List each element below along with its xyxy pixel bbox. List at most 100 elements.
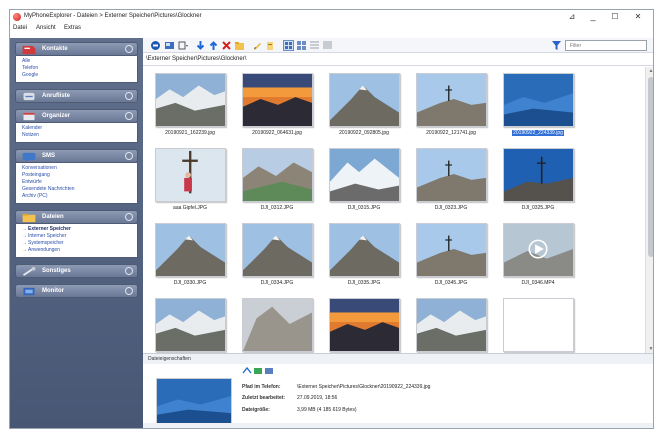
panel-monitor: Monitor bbox=[15, 284, 138, 298]
file-tile[interactable] bbox=[234, 298, 320, 353]
file-tile[interactable]: DJI_0312.JPG bbox=[234, 148, 320, 220]
filter-field[interactable] bbox=[565, 40, 647, 51]
collapse-toggle-icon[interactable] bbox=[125, 213, 133, 221]
collapse-toggle-icon[interactable] bbox=[125, 112, 133, 120]
menu-ansicht[interactable]: Ansicht bbox=[36, 25, 56, 31]
panel-title: Dateien bbox=[42, 214, 64, 220]
go-up-icon[interactable] bbox=[150, 40, 161, 51]
collapse-toggle-icon[interactable] bbox=[125, 267, 133, 275]
current-path: \Externer Speicher\Pictures\Glockner\ bbox=[146, 56, 247, 62]
share-icon[interactable] bbox=[242, 366, 252, 374]
file-name: 20190922_224339.jpg bbox=[495, 130, 581, 136]
menu-bar: Datei Ansicht Extras bbox=[10, 24, 653, 34]
sidebar-link[interactable]: Gesendete Nachrichten bbox=[22, 186, 133, 193]
panel-header-kontakte[interactable]: Kontakte bbox=[15, 42, 138, 56]
sidebar-link[interactable]: Konversationen bbox=[22, 165, 133, 172]
file-tile[interactable]: DJI_0346.MP4 bbox=[495, 223, 581, 295]
file-tile[interactable]: aaa Gipfel.JPG bbox=[147, 148, 233, 220]
panel-header-sonstiges[interactable]: Sonstiges bbox=[15, 264, 138, 278]
list-view-icon[interactable] bbox=[309, 40, 320, 51]
thumbnail-image bbox=[329, 73, 400, 127]
download-icon[interactable] bbox=[195, 40, 206, 51]
size-value: 3,99 MB (4 185 619 Bytes) bbox=[297, 407, 357, 413]
collapse-toggle-icon[interactable] bbox=[125, 45, 133, 53]
scroll-down-icon[interactable]: ▼ bbox=[648, 346, 653, 352]
file-tile[interactable]: DJI_0335.JPG bbox=[321, 223, 407, 295]
view-icon[interactable] bbox=[164, 40, 175, 51]
panel-header-monitor[interactable]: Monitor bbox=[15, 284, 138, 298]
collapse-toggle-icon[interactable] bbox=[125, 92, 133, 100]
sidebar: Kontakte Alle Telefon Google Anrufliste Organ… bbox=[10, 38, 143, 428]
sidebar-link[interactable]: →Anwendungen bbox=[22, 247, 133, 254]
menu-datei[interactable]: Datei bbox=[13, 25, 27, 31]
collapse-toggle-icon[interactable] bbox=[125, 152, 133, 160]
preview-thumbnail bbox=[156, 378, 232, 426]
pin-icon[interactable]: ⊿ bbox=[565, 11, 579, 22]
menu-extras[interactable]: Extras bbox=[64, 25, 81, 31]
panel-header-anrufliste[interactable]: Anrufliste bbox=[15, 89, 138, 103]
sidebar-link[interactable]: Telefon bbox=[22, 65, 133, 72]
panel-header-dateien[interactable]: Dateien bbox=[15, 210, 138, 224]
thumbnail-image bbox=[155, 298, 226, 352]
small-icons-view-icon[interactable] bbox=[296, 40, 307, 51]
sidebar-link[interactable]: Entwürfe bbox=[22, 179, 133, 186]
file-tile[interactable] bbox=[408, 298, 494, 353]
path-label: Pfad im Telefon: bbox=[242, 384, 281, 390]
scroll-up-icon[interactable]: ▲ bbox=[648, 68, 653, 74]
sidebar-link[interactable]: Google bbox=[22, 72, 133, 79]
delete-icon[interactable] bbox=[221, 40, 232, 51]
close-button[interactable]: ✕ bbox=[631, 11, 645, 22]
sort-dropdown-icon[interactable] bbox=[178, 40, 189, 51]
file-tile[interactable] bbox=[321, 298, 407, 353]
rename-icon[interactable] bbox=[252, 40, 263, 51]
file-tile[interactable] bbox=[147, 298, 233, 353]
sidebar-link[interactable]: Kalender bbox=[22, 125, 133, 132]
print-icon[interactable] bbox=[265, 368, 273, 374]
scroll-thumb[interactable] bbox=[648, 77, 653, 257]
vertical-scrollbar[interactable]: ▲ ▼ bbox=[645, 67, 653, 353]
file-tile[interactable]: 20190922_064631.jpg bbox=[234, 73, 320, 145]
maximize-button[interactable]: ☐ bbox=[608, 11, 622, 22]
file-tile[interactable]: 20190922_092805.jpg bbox=[321, 73, 407, 145]
large-icons-view-icon[interactable] bbox=[283, 40, 294, 51]
file-name: DJI_0335.JPG bbox=[321, 280, 407, 286]
minimize-button[interactable]: _ bbox=[586, 11, 600, 22]
new-folder-icon[interactable] bbox=[234, 40, 245, 51]
properties-panel: Dateieigenschaften Pfad im Telefon: \Ext… bbox=[143, 353, 653, 428]
collapse-toggle-icon[interactable] bbox=[125, 287, 133, 295]
file-tile[interactable]: 20190922_224339.jpg bbox=[495, 73, 581, 145]
sidebar-link[interactable]: →Systemspeicher bbox=[22, 240, 133, 247]
sidebar-link[interactable]: →Externer Speicher bbox=[22, 226, 133, 233]
file-name: DJI_0330.JPG bbox=[147, 280, 233, 286]
file-tile[interactable]: 20190922_121741.jpg bbox=[408, 73, 494, 145]
file-tile[interactable]: DJI_0323.JPG bbox=[408, 148, 494, 220]
file-tile[interactable]: DJI_0334.JPG bbox=[234, 223, 320, 295]
file-name-text: DJI_0346.MP4 bbox=[521, 280, 555, 286]
open-folder-icon[interactable] bbox=[254, 368, 262, 374]
title-bar: MyPhoneExplorer - Dateien > Externer Spe… bbox=[10, 10, 653, 24]
file-tile[interactable]: DJI_0315.JPG bbox=[321, 148, 407, 220]
file-tile[interactable] bbox=[495, 298, 581, 353]
upload-icon[interactable] bbox=[208, 40, 219, 51]
sidebar-link[interactable]: Archiv (PC) bbox=[22, 193, 133, 200]
sidebar-link-label: Externer Speicher bbox=[28, 226, 71, 232]
sidebar-link[interactable]: →Interner Speicher bbox=[22, 233, 133, 240]
file-tile[interactable]: DJI_0330.JPG bbox=[147, 223, 233, 295]
sidebar-link-label: Interner Speicher bbox=[28, 233, 67, 239]
sidebar-link[interactable]: Posteingang bbox=[22, 172, 133, 179]
panel-header-sms[interactable]: SMS bbox=[15, 149, 138, 163]
file-tile[interactable]: DJI_0345.JPG bbox=[408, 223, 494, 295]
file-name: DJI_0315.JPG bbox=[321, 205, 407, 211]
sidebar-link[interactable]: Alle bbox=[22, 58, 133, 65]
file-tile[interactable]: DJI_0325.JPG bbox=[495, 148, 581, 220]
properties-icon[interactable] bbox=[265, 40, 276, 51]
panel-header-organizer[interactable]: Organizer bbox=[15, 109, 138, 123]
details-view-icon[interactable] bbox=[322, 40, 333, 51]
modified-value: 27.09.2019, 18:56 bbox=[297, 395, 338, 401]
panel-title: Sonstiges bbox=[42, 268, 71, 274]
file-tile[interactable]: 20190921_162239.jpg bbox=[147, 73, 233, 145]
filter-input[interactable] bbox=[566, 41, 646, 50]
panel-organizer: Organizer Kalender Notizen bbox=[15, 109, 138, 143]
panel-title: Organizer bbox=[42, 113, 71, 119]
sidebar-link[interactable]: Notizen bbox=[22, 132, 133, 139]
